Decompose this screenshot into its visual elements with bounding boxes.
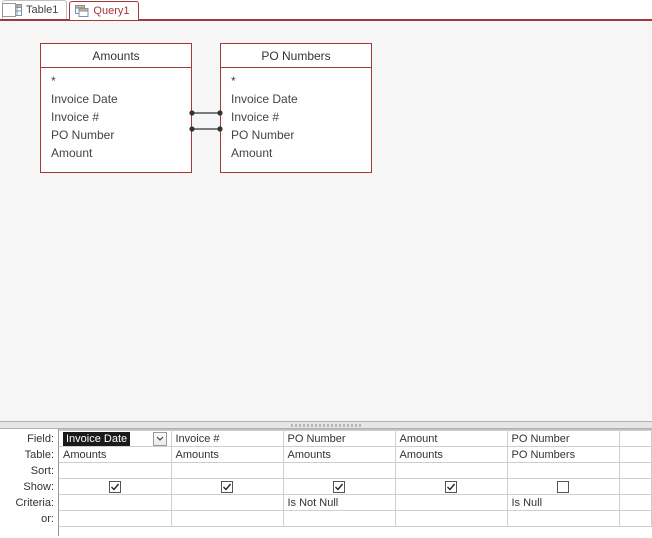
qbe-table-cell[interactable]: Amounts [395,447,507,463]
qbe-show-cell[interactable] [171,479,283,495]
qbe-or-cell[interactable] [619,511,652,527]
field-item[interactable]: Invoice # [231,108,361,126]
tab-label: Query1 [93,5,129,17]
show-checkbox[interactable] [333,481,345,493]
qbe-show-cell[interactable] [283,479,395,495]
field-item[interactable]: * [51,72,181,90]
query-icon [75,5,89,17]
qbe-field-cell[interactable] [619,431,652,447]
qbe-criteria-cell[interactable] [619,495,652,511]
document-tabs: Table1 Query1 [0,0,652,21]
qbe-table: Invoice Date Invoice # PO Number Amount PO N… [59,430,652,527]
record-selector[interactable] [2,3,16,17]
design-grid-splitter[interactable] [0,421,652,429]
qbe-field-cell[interactable]: Invoice # [171,431,283,447]
row-label-show: Show: [0,479,58,495]
field-item[interactable]: Amount [231,144,361,162]
tab-label: Table1 [26,4,58,16]
qbe-table-cell[interactable]: Amounts [171,447,283,463]
query-design-surface[interactable]: Amounts * Invoice Date Invoice # PO Numb… [0,21,652,421]
qbe-show-cell[interactable] [507,479,619,495]
row-label-table: Table: [0,447,58,463]
qbe-field-value: Invoice # [176,433,220,445]
field-item[interactable]: PO Number [231,126,361,144]
qbe-or-cell[interactable] [395,511,507,527]
table-title: PO Numbers [221,44,371,68]
qbe-grid: Field: Table: Sort: Show: Criteria: or: … [0,429,652,536]
qbe-field-value: PO Number [288,433,346,445]
qbe-field-cell[interactable]: PO Number [507,431,619,447]
qbe-show-cell[interactable] [59,479,171,495]
table-amounts[interactable]: Amounts * Invoice Date Invoice # PO Numb… [40,43,192,173]
qbe-sort-cell[interactable] [283,463,395,479]
field-item[interactable]: * [231,72,361,90]
row-label-or: or: [0,511,58,527]
qbe-table-cell[interactable]: PO Numbers [507,447,619,463]
field-item[interactable]: Invoice Date [51,90,181,108]
show-checkbox[interactable] [109,481,121,493]
qbe-or-cell[interactable] [283,511,395,527]
qbe-criteria-cell[interactable] [171,495,283,511]
row-label-field: Field: [0,431,58,447]
qbe-sort-cell[interactable] [619,463,652,479]
qbe-sort-cell[interactable] [507,463,619,479]
qbe-field-value: Invoice Date [63,432,130,446]
qbe-field-value: PO Number [512,433,570,445]
show-checkbox[interactable] [445,481,457,493]
qbe-row-labels: Field: Table: Sort: Show: Criteria: or: [0,429,58,536]
qbe-field-cell[interactable]: Amount [395,431,507,447]
tab-query1[interactable]: Query1 [69,1,138,20]
row-label-criteria: Criteria: [0,495,58,511]
qbe-field-cell[interactable]: Invoice Date [59,431,171,447]
table-title: Amounts [41,44,191,68]
field-list: * Invoice Date Invoice # PO Number Amoun… [41,68,191,172]
qbe-field-value: Amount [400,433,438,445]
qbe-show-cell[interactable] [395,479,507,495]
qbe-sort-cell[interactable] [395,463,507,479]
qbe-sort-cell[interactable] [59,463,171,479]
qbe-table-cell[interactable] [619,447,652,463]
qbe-or-cell[interactable] [507,511,619,527]
qbe-sort-cell[interactable] [171,463,283,479]
show-checkbox[interactable] [557,481,569,493]
qbe-table-cell[interactable]: Amounts [283,447,395,463]
qbe-or-cell[interactable] [171,511,283,527]
field-item[interactable]: Amount [51,144,181,162]
dropdown-button[interactable] [153,432,167,446]
field-item[interactable]: PO Number [51,126,181,144]
row-label-sort: Sort: [0,463,58,479]
qbe-field-cell[interactable]: PO Number [283,431,395,447]
qbe-criteria-cell[interactable] [395,495,507,511]
show-checkbox[interactable] [221,481,233,493]
qbe-show-cell[interactable] [619,479,652,495]
qbe-criteria-cell[interactable]: Is Null [507,495,619,511]
qbe-criteria-cell[interactable] [59,495,171,511]
qbe-criteria-cell[interactable]: Is Not Null [283,495,395,511]
table-ponumbers[interactable]: PO Numbers * Invoice Date Invoice # PO N… [220,43,372,173]
qbe-or-cell[interactable] [59,511,171,527]
qbe-table-cell[interactable]: Amounts [59,447,171,463]
field-list: * Invoice Date Invoice # PO Number Amoun… [221,68,371,172]
field-item[interactable]: Invoice Date [231,90,361,108]
field-item[interactable]: Invoice # [51,108,181,126]
